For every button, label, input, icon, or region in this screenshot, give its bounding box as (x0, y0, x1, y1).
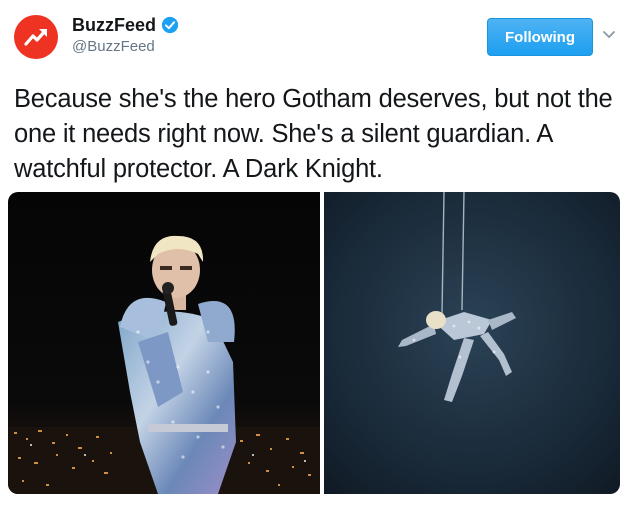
following-button[interactable]: Following (487, 18, 593, 56)
display-name[interactable]: BuzzFeed (72, 14, 156, 36)
tweet-photo-1[interactable] (8, 192, 320, 494)
verified-badge-icon (161, 16, 179, 34)
display-name-row[interactable]: BuzzFeed (72, 14, 179, 36)
account-handle[interactable]: @BuzzFeed (72, 38, 179, 56)
account-name-block: BuzzFeed @BuzzFeed (72, 14, 179, 56)
photo-performer-microphone (8, 192, 320, 494)
chevron-down-icon[interactable] (602, 30, 616, 40)
photo-performer-suspended-wires (324, 192, 620, 494)
trending-arrow-icon (24, 29, 47, 46)
avatar[interactable] (14, 15, 58, 59)
tweet-text: Because she's the hero Gotham deserves, … (14, 85, 613, 183)
tweet-photo-2[interactable] (324, 192, 620, 494)
tweet-header: BuzzFeed @BuzzFeed Following (0, 0, 635, 70)
